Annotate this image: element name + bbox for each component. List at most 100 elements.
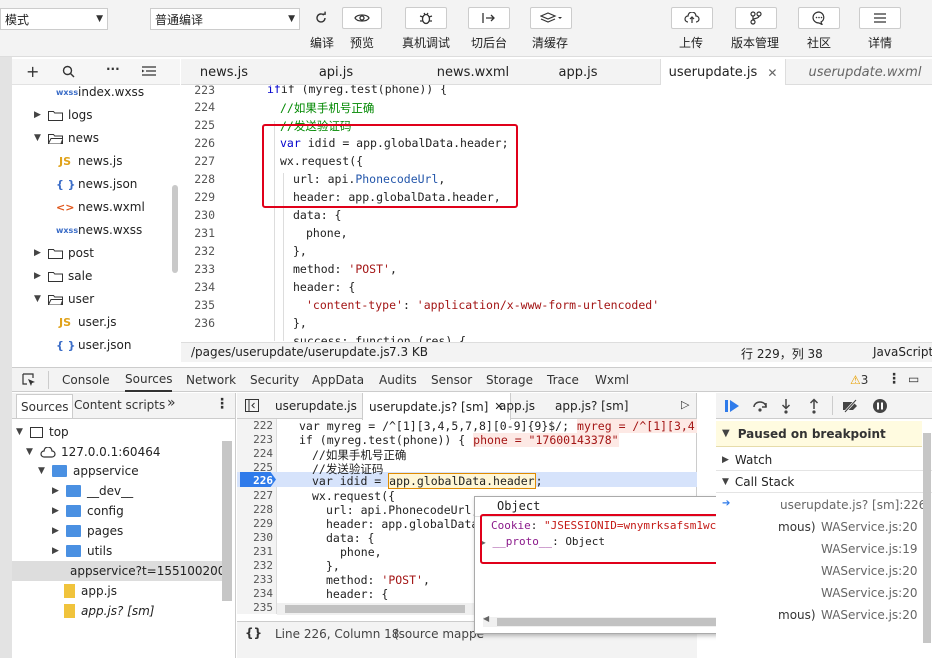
tree-item-top[interactable]: ▼ top [16,422,69,442]
step-over-icon[interactable] [752,399,768,413]
tree-item-utils[interactable]: ▶ utils [52,541,112,561]
highlight-box-editor [262,124,518,208]
call-frame[interactable]: WAService.js:20 [716,582,932,604]
call-frame[interactable]: mous) WAService.js:20 [716,604,932,626]
debugger-scrollbar[interactable] [923,433,931,643]
tab-api-js[interactable]: api.js [291,59,381,85]
tab-storage[interactable]: Storage [486,368,533,392]
plus-icon[interactable]: + [26,62,39,81]
upload-label: 上传 [679,36,704,50]
mode-select[interactable]: 模式 ▼ [0,8,108,30]
tab-console[interactable]: Console [62,368,110,392]
code-tab-app-js-sm[interactable]: app.js? [sm] [555,393,628,419]
tab-appdata[interactable]: AppData [312,368,364,392]
file-item-news-wxss[interactable]: wxss news.wxss [56,220,142,240]
tab-network[interactable]: Network [186,368,236,392]
code-tab-userupdate-js[interactable]: userupdate.js [275,393,357,419]
step-out-icon[interactable] [808,398,820,414]
more-icon[interactable]: ··· [106,62,120,76]
navigator-scrollbar[interactable] [222,441,232,601]
folder-item-sale[interactable]: ▶ sale [34,266,92,286]
tab-userupdate-wxml[interactable]: userupdate.wxml [801,59,929,85]
file-item-user-json[interactable]: { } user.json [56,335,131,355]
deactivate-breakpoints-icon[interactable] [842,399,860,413]
tab-userupdate-js[interactable]: userupdate.js ✕ [660,59,786,86]
scrollbar-thumb[interactable] [497,618,753,626]
call-frame[interactable]: mous) WAService.js:20 [716,516,932,538]
tree-item-app-js[interactable]: app.js [64,581,117,601]
resume-icon[interactable] [724,399,740,413]
collapse-icon[interactable] [142,66,156,77]
call-frame[interactable]: WAService.js:19 [716,538,932,560]
tab-news-wxml[interactable]: news.wxml [421,59,525,85]
version-label: 版本管理 [731,36,780,50]
tab-wxml[interactable]: Wxml [595,368,629,392]
file-item-user-js[interactable]: JS user.js [56,312,117,332]
file-tree-scrollbar[interactable] [172,185,178,273]
language-mode[interactable]: JavaScript [873,345,932,359]
tree-item-appservice[interactable]: ▼ appservice [38,461,139,481]
call-frame[interactable]: ➔ userupdate.js? [sm]:226 [716,494,932,516]
close-icon[interactable]: ✕ [767,66,777,80]
file-item-news-wxml[interactable]: <> news.wxml [56,197,145,217]
clear-cache-button[interactable] [530,7,572,29]
inspect-icon[interactable] [22,373,36,387]
tree-item-pages[interactable]: ▶ pages [52,521,123,541]
tree-item-app-js-sm[interactable]: app.js? [sm] [64,601,154,621]
tree-item-config[interactable]: ▶ config [52,501,124,521]
section-call-stack[interactable]: ▼ Call Stack [716,471,932,493]
file-item-news-js[interactable]: JS news.js [56,151,122,171]
file-item-news-json[interactable]: { } news.json [56,174,137,194]
dock-icon[interactable]: ▭ [908,372,919,386]
compile-button[interactable] [301,7,341,29]
cursor-location: Line 226, Column 18 [275,627,400,641]
chevron-left-icon[interactable]: ◀ [483,614,489,623]
devtools-tabs: Console Sources Network Security AppData… [12,367,932,392]
file-tree-toolbar: + ··· [12,59,180,85]
folder-item-news[interactable]: ▼ news [34,128,99,148]
toggle-navigator-icon[interactable] [245,399,259,412]
code-tab-app-js[interactable]: app.js [499,393,535,419]
step-into-icon[interactable] [780,398,792,414]
code-tab-userupdate-js-sm[interactable]: userupdate.js? [sm] ✕ [362,393,511,420]
tab-app-js[interactable]: app.js [541,59,615,85]
tab-security[interactable]: Security [250,368,299,392]
version-button[interactable] [735,7,777,29]
chevron-down-icon: ▼ [16,427,23,437]
chevron-double-right-icon[interactable]: » [167,395,176,411]
community-button[interactable] [798,7,840,29]
search-icon[interactable] [62,65,75,78]
scrollbar-thumb[interactable] [285,605,465,613]
compile-mode-select[interactable]: 普通编译 ▼ [150,8,300,30]
folder-item-post[interactable]: ▶ post [34,243,94,263]
tree-item-appservice-file[interactable]: appservice?t=1551002004 [12,561,222,581]
pretty-print-icon[interactable]: {} [245,626,262,640]
pause-exceptions-icon[interactable] [872,398,888,414]
tab-sources[interactable]: Sources [125,368,173,392]
tab-news-js[interactable]: news.js [181,59,267,85]
preview-button[interactable] [342,7,382,29]
subtab-sources[interactable]: Sources [16,394,74,418]
folder-item-user[interactable]: ▼ user [34,289,94,309]
warning-badge[interactable]: ⚠ 3 [850,368,868,392]
hovered-expression[interactable]: app.globalData.header [388,473,536,489]
upload-button[interactable] [671,7,713,29]
file-item-index-wxss[interactable]: wxss index.wxss [56,85,144,102]
more-vertical-icon[interactable]: ⋮ [215,396,229,412]
tree-item-dev[interactable]: ▶ __dev__ [52,481,133,501]
chevron-right-icon[interactable]: ▷ [681,398,689,411]
details-button[interactable] [859,7,901,29]
section-watch[interactable]: ▶ Watch [716,449,932,471]
tree-item-host[interactable]: ▼ 127.0.0.1:60464 [26,442,160,462]
more-vertical-icon[interactable]: ⋮ [887,371,901,387]
background-button[interactable] [468,7,510,29]
file-size: 7.3 KB [389,345,428,359]
tab-audits[interactable]: Audits [379,368,417,392]
tab-sensor[interactable]: Sensor [431,368,472,392]
cursor-position[interactable]: 行 229，列 38 [741,345,823,362]
folder-item-logs[interactable]: ▶ logs [34,105,93,125]
call-frame[interactable]: WAService.js:20 [716,560,932,582]
tab-trace[interactable]: Trace [547,368,579,392]
remote-debug-button[interactable] [405,7,447,29]
subtab-content-scripts[interactable]: Content scripts [74,398,165,412]
